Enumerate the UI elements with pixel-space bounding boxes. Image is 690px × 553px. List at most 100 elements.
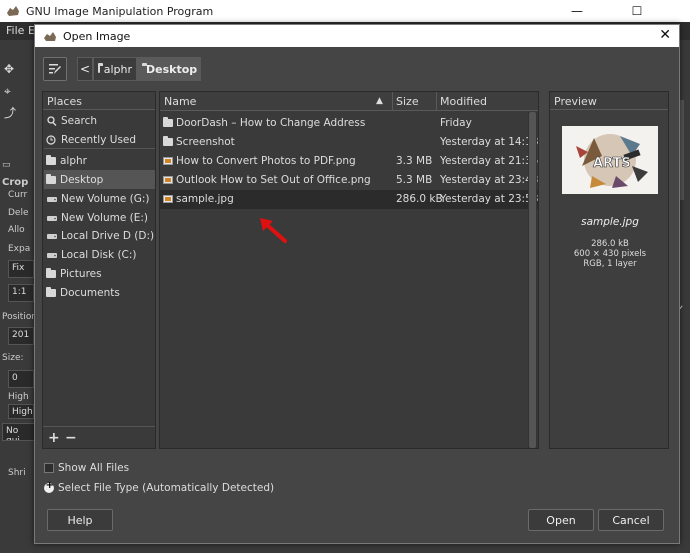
file-name: DoorDash – How to Change Address <box>176 117 366 129</box>
pick-tool-icon[interactable] <box>4 102 18 116</box>
file-name: sample.jpg <box>176 193 234 205</box>
file-modified: Yesterday at 23:43 <box>440 174 539 186</box>
place-label: New Volume (E:) <box>61 211 148 224</box>
column-divider[interactable] <box>392 92 393 111</box>
place-recently-used[interactable]: Recently Used <box>44 130 155 149</box>
preview-header: Preview <box>550 92 668 110</box>
tool-options-icon[interactable]: ▭ <box>2 160 36 170</box>
place-label: Documents <box>60 286 120 299</box>
place-local-disk-c[interactable]: Local Disk (C:) <box>44 245 155 264</box>
image-file-icon <box>163 195 173 203</box>
image-file-icon <box>163 157 173 165</box>
file-list-scrollbar[interactable] <box>528 112 537 448</box>
preview-pane: Preview ARTS sample.jpg 286.0 kB 600 × 4… <box>549 91 669 449</box>
place-new-volume-g[interactable]: New Volume (G:) <box>44 189 155 208</box>
path-crumb-label: Desktop <box>146 62 198 76</box>
arts-thumbnail-image: ARTS <box>562 126 658 194</box>
file-name: Screenshot <box>176 136 235 148</box>
place-search[interactable]: Search <box>44 111 155 130</box>
file-row-sample-jpg[interactable]: sample.jpg 286.0 kB Yesterday at 23:58 <box>160 190 538 209</box>
file-size: 3.3 MB <box>396 155 433 167</box>
toolbox-dock: ✥ ⌖ ⤴ ▭ Crop Curr Dele Allo Expa Fix 1:1… <box>0 40 36 553</box>
column-size[interactable]: Size <box>396 95 419 108</box>
select-file-type-expander[interactable]: Select File Type (Automatically Detected… <box>44 480 274 494</box>
place-label: Local Disk (C:) <box>61 248 137 261</box>
bottom-toolbar <box>0 544 690 553</box>
expand-icon[interactable] <box>44 480 54 493</box>
file-row-convert-photos[interactable]: How to Convert Photos to PDF.png 3.3 MB … <box>160 152 538 171</box>
aspect-ratio-field[interactable]: 1:1 <box>8 284 34 302</box>
path-crumb-alphr[interactable]: alphr <box>93 57 137 81</box>
place-desktop[interactable]: Desktop <box>44 170 155 189</box>
place-new-volume-e[interactable]: New Volume (E:) <box>44 208 155 227</box>
path-crumb-desktop[interactable]: Desktop <box>137 57 201 81</box>
place-pictures[interactable]: Pictures <box>44 264 155 283</box>
places-footer-separator <box>43 426 155 427</box>
file-modified: Yesterday at 14:18 <box>440 136 539 148</box>
remove-bookmark-button[interactable]: − <box>65 430 77 446</box>
show-all-files-checkbox[interactable] <box>44 463 54 473</box>
size-width-field[interactable]: 0 <box>8 370 34 388</box>
folder-icon <box>46 173 56 184</box>
file-modified: Friday <box>440 117 472 129</box>
column-divider[interactable] <box>436 92 437 111</box>
main-window-title: GNU Image Manipulation Program <box>26 4 214 18</box>
preview-filesize: 286.0 kB <box>591 239 629 249</box>
folder-icon <box>46 286 56 297</box>
search-icon <box>47 115 57 126</box>
open-button[interactable]: Open <box>528 509 594 531</box>
highlight-opacity-field[interactable]: High <box>8 404 34 419</box>
place-label: Search <box>61 114 98 127</box>
folder-icon <box>163 117 173 127</box>
guides-dropdown[interactable]: No gui <box>2 423 36 441</box>
clock-icon <box>46 134 56 145</box>
preview-mode: RGB, 1 layer <box>583 259 637 269</box>
drive-icon <box>47 215 57 221</box>
image-file-icon <box>163 176 173 184</box>
cancel-button[interactable]: Cancel <box>598 509 664 531</box>
open-image-dialog: Open Image ✕ < alphr Desktop Places Sear… <box>34 24 680 544</box>
transform-tool-icon[interactable]: ⌖ <box>4 84 18 98</box>
add-bookmark-button[interactable]: + <box>48 430 60 446</box>
place-label: alphr <box>60 154 87 167</box>
thumbnail-text: ARTS <box>593 156 631 171</box>
sort-ascending-icon[interactable]: ▲ <box>376 96 383 106</box>
path-back-button[interactable]: < <box>77 57 93 81</box>
menu-file[interactable]: File <box>6 24 24 37</box>
place-documents[interactable]: Documents <box>44 283 155 302</box>
column-modified[interactable]: Modified <box>440 95 487 108</box>
place-label: Desktop <box>60 173 104 186</box>
type-location-button[interactable] <box>43 57 67 81</box>
dialog-close-button[interactable]: ✕ <box>659 27 671 43</box>
place-alphr[interactable]: alphr <box>44 151 155 170</box>
place-label: Pictures <box>60 267 102 280</box>
help-button[interactable]: Help <box>47 509 113 531</box>
drive-icon <box>47 196 57 202</box>
place-local-drive-d[interactable]: Local Drive D (D:) <box>44 226 155 245</box>
place-label: Recently Used <box>61 133 137 146</box>
fixed-aspect-toggle[interactable]: Fix <box>8 260 34 278</box>
file-row-screenshot[interactable]: Screenshot Yesterday at 14:18 <box>160 133 538 152</box>
scrollbar-thumb[interactable] <box>529 112 536 448</box>
drive-icon <box>47 233 57 239</box>
file-modified: Yesterday at 21:35 <box>440 155 539 167</box>
drive-icon <box>47 252 57 258</box>
place-label: New Volume (G:) <box>61 192 150 205</box>
red-arrow-icon <box>260 218 287 243</box>
minimize-button[interactable]: — <box>554 0 600 22</box>
position-x-field[interactable]: 201 <box>8 327 34 345</box>
file-size: 5.3 MB <box>396 174 433 186</box>
file-row-doordash[interactable]: DoorDash – How to Change Address Friday <box>160 114 538 133</box>
path-crumb-label: alphr <box>103 62 132 76</box>
file-modified: Yesterday at 23:58 <box>440 193 539 205</box>
file-row-outlook[interactable]: Outlook How to Set Out of Office.png 5.3… <box>160 171 538 190</box>
show-all-files-option[interactable]: Show All Files <box>44 462 129 474</box>
preview-filename: sample.jpg <box>581 216 639 228</box>
show-all-files-label: Show All Files <box>58 462 130 474</box>
maximize-button[interactable]: ☐ <box>614 0 660 22</box>
column-name[interactable]: Name <box>164 95 196 108</box>
folder-icon <box>163 136 173 146</box>
move-tool-icon[interactable]: ✥ <box>4 62 18 76</box>
folder-icon <box>46 267 56 278</box>
gimp-logo-icon <box>7 6 19 16</box>
